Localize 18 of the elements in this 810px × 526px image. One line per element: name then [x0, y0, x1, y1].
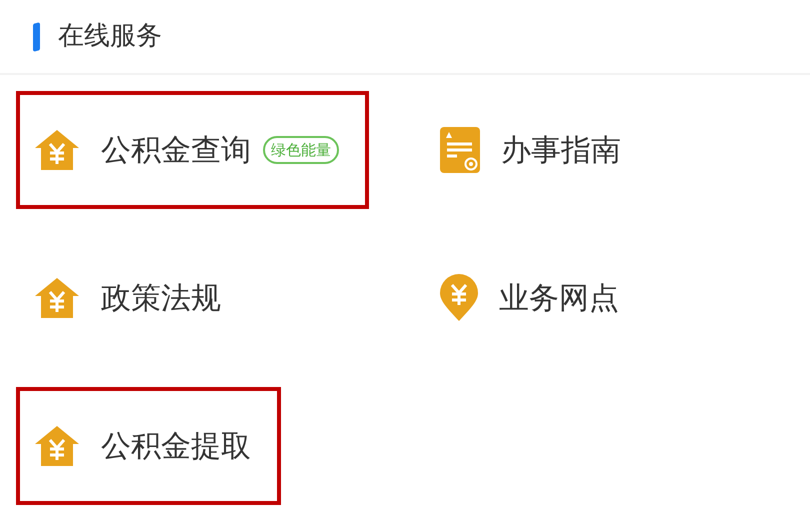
service-label: 公积金查询	[101, 132, 251, 170]
service-label: 政策法规	[101, 280, 221, 318]
service-item[interactable]: 公积金查询 绿色能量	[16, 91, 369, 209]
service-label: 业务网点	[499, 280, 619, 318]
house-yuan-icon	[33, 276, 81, 320]
service-item[interactable]: 政策法规	[16, 239, 251, 357]
location-pin-yuan-icon	[439, 274, 479, 322]
accent-bar-icon	[33, 22, 40, 52]
service-item[interactable]: 办事指南	[422, 91, 651, 209]
service-item[interactable]: 业务网点	[422, 239, 649, 357]
service-label: 办事指南	[501, 132, 621, 170]
service-item[interactable]: 公积金提取	[16, 387, 281, 505]
house-yuan-icon	[33, 128, 81, 172]
section-title: 在线服务	[58, 20, 162, 53]
service-label: 公积金提取	[101, 428, 251, 466]
document-icon	[439, 126, 481, 174]
house-yuan-icon	[33, 424, 81, 468]
energy-badge: 绿色能量	[263, 136, 339, 164]
